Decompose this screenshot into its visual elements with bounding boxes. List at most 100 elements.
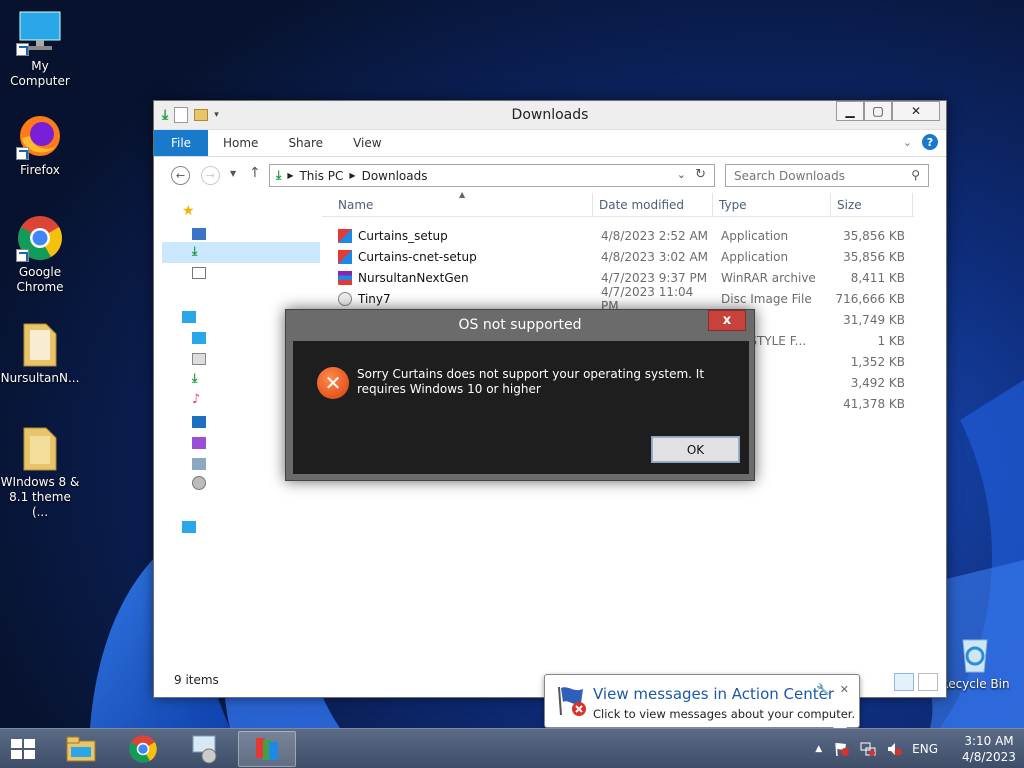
error-icon: ✕: [317, 367, 349, 399]
chrome-icon: [16, 214, 64, 262]
desktop-icon-recycle-bin[interactable]: Recycle Bin: [935, 634, 1015, 692]
installer-icon: [338, 249, 352, 264]
taskbar-media-app[interactable]: [176, 731, 234, 767]
recent-places-icon[interactable]: [192, 267, 206, 279]
dialog-body: ✕ Sorry Curtains does not support your o…: [293, 341, 749, 474]
breadcrumb-this-pc[interactable]: This PC: [299, 169, 343, 183]
file-size: 35,856 KB: [843, 228, 905, 243]
nav-selected-downloads[interactable]: [162, 242, 320, 263]
tab-share[interactable]: Share: [273, 130, 338, 156]
address-dropdown-icon[interactable]: ⌄: [677, 168, 686, 181]
action-center-balloon[interactable]: View messages in Action Center Click to …: [544, 674, 860, 737]
column-header-name[interactable]: Name: [322, 193, 593, 217]
system-tray: ▲ ENG 3:10 AM 4/8/2023: [815, 729, 1024, 768]
taskbar-chrome[interactable]: [114, 731, 172, 767]
winrar-icon: [338, 270, 352, 285]
breadcrumb-downloads[interactable]: Downloads: [362, 169, 428, 183]
details-view-button[interactable]: [894, 673, 914, 691]
tab-file[interactable]: File: [154, 130, 208, 156]
folder-icon: [16, 320, 64, 368]
balloon-close-icon[interactable]: ✕: [840, 683, 849, 696]
pictures-icon[interactable]: [192, 416, 206, 428]
large-icons-view-button[interactable]: [918, 673, 938, 691]
ribbon-tabs: File Home Share View ⌄ ?: [154, 130, 946, 157]
dialog-title[interactable]: OS not supported: [286, 310, 754, 341]
file-date: 4/7/2023 9:37 PM: [601, 270, 708, 285]
shortcut-arrow-icon: [16, 249, 29, 262]
file-row[interactable]: Tiny7 4/7/2023 11:04 PM Disc Image File …: [322, 285, 914, 313]
address-field[interactable]: ⤓ ▶ This PC ▶ Downloads ⌄ ↻: [269, 164, 715, 187]
column-header-date[interactable]: Date modified: [593, 193, 713, 217]
forward-button[interactable]: →: [201, 166, 220, 185]
desktop-folder-icon[interactable]: [192, 332, 206, 344]
file-size: 3,492 KB: [850, 375, 905, 390]
videos-icon[interactable]: [192, 437, 206, 449]
recent-locations-icon[interactable]: ▼: [230, 169, 236, 178]
file-type: Application: [721, 249, 789, 264]
volume-muted-icon[interactable]: [886, 741, 902, 757]
desktop-icon-windows-theme-folder[interactable]: WIndows 8 & 8.1 theme (...: [0, 424, 80, 520]
file-row[interactable]: Curtains-cnet-setup 4/8/2023 3:02 AM App…: [322, 246, 914, 267]
downloads-folder-icon[interactable]: ⤓: [192, 371, 197, 386]
refresh-icon[interactable]: ↻: [695, 167, 706, 182]
file-size: 8,411 KB: [850, 270, 905, 285]
clock[interactable]: 3:10 AM 4/8/2023: [954, 733, 1024, 765]
file-name: Tiny7: [358, 291, 391, 306]
column-headers: ▲ Name Date modified Type Size: [322, 190, 914, 217]
sort-ascending-icon: ▲: [459, 190, 466, 199]
up-button[interactable]: ↑: [249, 165, 261, 181]
dvd-drive-icon[interactable]: [192, 476, 206, 490]
column-header-type[interactable]: Type: [713, 193, 831, 217]
file-row[interactable]: Curtains_setup 4/8/2023 2:52 AM Applicat…: [322, 225, 914, 246]
show-hidden-icons-icon[interactable]: ▲: [815, 744, 822, 754]
settings-wrench-icon[interactable]: 🔧: [816, 683, 830, 696]
breadcrumb-separator-icon: ▶: [349, 171, 356, 180]
explorer-titlebar[interactable]: ⤓ ▾ Downloads ▁ ▢ ✕: [154, 101, 946, 130]
action-center-tray-icon[interactable]: [834, 741, 850, 757]
input-language[interactable]: ENG: [912, 742, 938, 756]
taskbar-curtains-installer[interactable]: [238, 731, 296, 767]
desktop-icon-my-computer[interactable]: My Computer: [0, 8, 80, 89]
desktop-icon-label: Recycle Bin: [940, 677, 1010, 691]
clock-date: 4/8/2023: [962, 750, 1016, 764]
window-controls: ▁ ▢ ✕: [836, 101, 940, 121]
desktop-icon-google-chrome[interactable]: Google Chrome: [0, 214, 80, 295]
firefox-icon: [16, 112, 64, 160]
desktop-icon[interactable]: [192, 228, 206, 240]
desktop-icon-firefox[interactable]: Firefox: [0, 112, 80, 178]
start-button[interactable]: [8, 737, 38, 761]
file-name: Curtains_setup: [358, 228, 448, 243]
expand-ribbon-icon[interactable]: ⌄: [903, 136, 912, 149]
shortcut-arrow-icon: [16, 147, 29, 160]
file-size: 41,378 KB: [843, 396, 905, 411]
chrome-icon: [129, 735, 157, 763]
local-disk-icon[interactable]: [192, 458, 206, 470]
documents-icon[interactable]: [192, 353, 206, 365]
network-icon[interactable]: [182, 521, 196, 533]
network-tray-icon[interactable]: [860, 741, 876, 757]
close-button[interactable]: ✕: [892, 101, 940, 121]
back-button[interactable]: ←: [171, 166, 190, 185]
desktop-icon-nursultan-folder[interactable]: NursultanN...: [0, 320, 80, 386]
balloon-title[interactable]: View messages in Action Center: [593, 685, 834, 703]
tab-view[interactable]: View: [338, 130, 396, 156]
help-icon[interactable]: ?: [922, 134, 938, 150]
this-pc-icon[interactable]: [182, 311, 196, 323]
maximize-button[interactable]: ▢: [864, 101, 892, 121]
tab-home[interactable]: Home: [208, 130, 273, 156]
downloads-icon[interactable]: ⤓: [192, 244, 197, 259]
file-type: WinRAR archive: [721, 270, 816, 285]
column-header-size[interactable]: Size: [831, 193, 913, 217]
window-title: Downloads: [511, 107, 589, 123]
file-type: Disc Image File: [721, 291, 812, 306]
minimize-button[interactable]: ▁: [836, 101, 864, 121]
taskbar-file-explorer[interactable]: [52, 731, 110, 767]
ok-button[interactable]: OK: [651, 436, 740, 463]
dialog-message: Sorry Curtains does not support your ope…: [357, 367, 705, 396]
favorites-star-icon[interactable]: ★: [182, 203, 195, 219]
file-name: NursultanNextGen: [358, 270, 469, 285]
view-toggle: [894, 673, 938, 691]
music-icon[interactable]: ♪: [192, 392, 200, 407]
dialog-close-button[interactable]: x: [708, 310, 746, 331]
search-input[interactable]: [734, 168, 899, 183]
